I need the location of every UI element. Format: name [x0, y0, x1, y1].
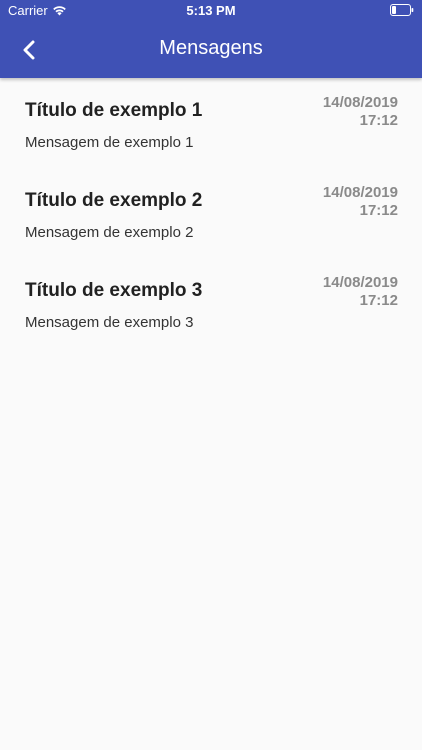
message-time: 17:12: [359, 202, 398, 219]
message-item[interactable]: Título de exemplo 2 Mensagem de exemplo …: [0, 168, 422, 258]
message-body: Mensagem de exemplo 3: [25, 314, 194, 331]
nav-bar: Mensagens: [0, 22, 422, 78]
message-item[interactable]: Título de exemplo 1 Mensagem de exemplo …: [0, 78, 422, 168]
message-date: 14/08/2019: [322, 94, 398, 111]
message-list: Título de exemplo 1 Mensagem de exemplo …: [0, 78, 422, 348]
status-time: 5:13 PM: [186, 3, 236, 18]
message-item[interactable]: Título de exemplo 3 Mensagem de exemplo …: [0, 258, 422, 348]
app-screen: Carrier 5:13 PM Mensagens Título de exem…: [0, 0, 422, 750]
app-header: Carrier 5:13 PM Mensagens: [0, 0, 422, 78]
message-time: 17:12: [359, 292, 398, 309]
battery-icon: [390, 4, 414, 16]
page-title: Mensagens: [159, 37, 263, 59]
message-body: Mensagem de exemplo 1: [25, 134, 194, 151]
status-bar: Carrier 5:13 PM: [0, 0, 422, 22]
message-title: Título de exemplo 1: [25, 100, 203, 121]
message-time: 17:12: [359, 112, 398, 129]
message-title: Título de exemplo 2: [25, 190, 203, 211]
message-body: Mensagem de exemplo 2: [25, 224, 194, 241]
message-date: 14/08/2019: [322, 184, 398, 201]
message-date: 14/08/2019: [322, 274, 398, 291]
message-title: Título de exemplo 3: [25, 280, 203, 301]
